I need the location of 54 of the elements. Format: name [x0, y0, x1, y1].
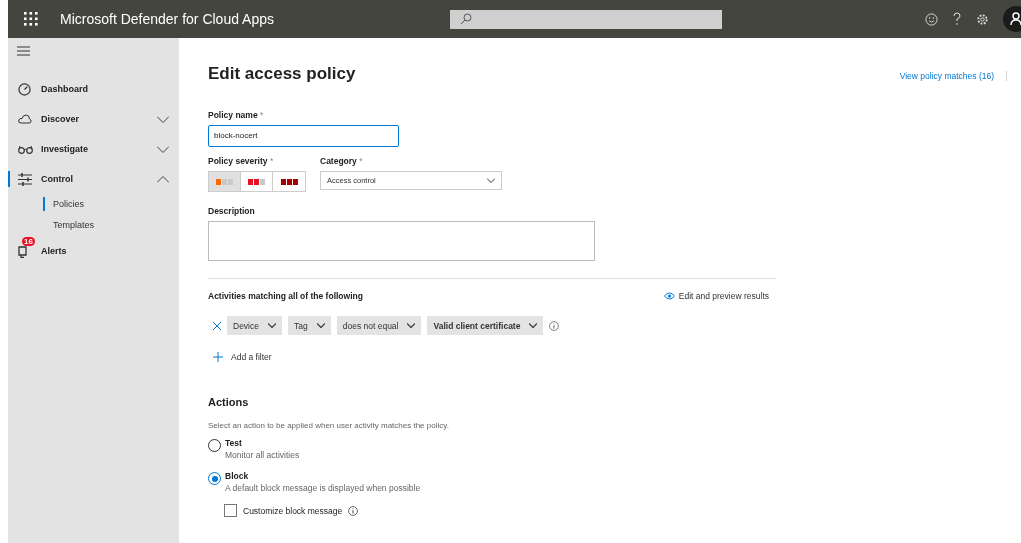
filter-dropdown[interactable]: does not equal — [336, 316, 422, 335]
info-icon[interactable] — [348, 505, 359, 516]
smiley-icon[interactable] — [925, 12, 938, 26]
field-label: Policy severity * — [208, 156, 275, 166]
radio-description: A default block message is displayed when possible — [225, 483, 421, 493]
gauge-icon — [18, 82, 31, 96]
field-label: Policy name * — [208, 110, 265, 120]
add-filter-link[interactable]: Add a filter — [213, 352, 1021, 362]
app-launcher-icon[interactable] — [24, 12, 38, 26]
view-matches-link[interactable]: View policy matches (16) — [899, 71, 1007, 81]
sliders-icon — [18, 172, 32, 186]
chevron-down-icon — [268, 323, 276, 328]
field-label: Description — [208, 206, 256, 216]
nav-item[interactable]: Investigate — [8, 134, 179, 164]
remove-icon[interactable] — [213, 321, 221, 330]
nav-item[interactable]: 16 Alerts — [8, 236, 179, 266]
search-icon — [460, 13, 472, 25]
app-title: Microsoft Defender for Cloud Apps — [60, 11, 275, 27]
chevron-down-icon — [316, 323, 325, 328]
alert-count: 16 — [22, 236, 35, 246]
chevron-down-icon — [487, 178, 495, 183]
checkbox-label: Customize block message — [243, 505, 343, 516]
glasses-icon — [18, 144, 33, 154]
info-icon[interactable] — [549, 320, 560, 331]
radio-description: Monitor all activities — [225, 450, 300, 460]
preview-link[interactable]: Edit and preview results — [663, 291, 769, 301]
search-field[interactable] — [450, 9, 722, 29]
help-icon[interactable] — [952, 12, 962, 26]
nav-item[interactable]: Control — [8, 164, 179, 194]
policy-name-field[interactable]: block-nocert — [208, 125, 399, 147]
field-label: Category * — [320, 156, 364, 166]
section-heading: Actions — [208, 396, 250, 408]
radio-label: Test — [225, 438, 243, 448]
bell-icon — [18, 244, 30, 258]
nav-item[interactable]: Discover — [8, 104, 179, 134]
cloud-icon — [18, 114, 32, 124]
chevron-down-icon — [529, 323, 538, 328]
filter-dropdown[interactable]: Tag — [288, 316, 331, 335]
filter-dropdown[interactable]: Valid client certificate — [427, 316, 544, 335]
nav-item[interactable]: Dashboard — [8, 74, 179, 104]
filter-dropdown[interactable]: Device — [227, 316, 282, 335]
chevron-down-icon — [407, 323, 416, 328]
page-title: Edit access policy — [208, 64, 356, 84]
actions-hint: Select an action to be applied when user activity matches the policy. — [208, 421, 450, 430]
description-field[interactable] — [208, 221, 595, 261]
settings-icon[interactable] — [976, 12, 989, 26]
plus-icon — [213, 352, 223, 362]
section-heading: Activities matching all of the following — [208, 291, 363, 301]
nav-subitem[interactable]: Templates — [43, 215, 179, 236]
nav-subitem[interactable]: Policies — [43, 197, 179, 211]
menu-icon[interactable] — [17, 46, 30, 56]
radio-label: Block — [225, 471, 250, 481]
eye-icon — [663, 292, 675, 300]
checkbox[interactable] — [224, 504, 237, 517]
